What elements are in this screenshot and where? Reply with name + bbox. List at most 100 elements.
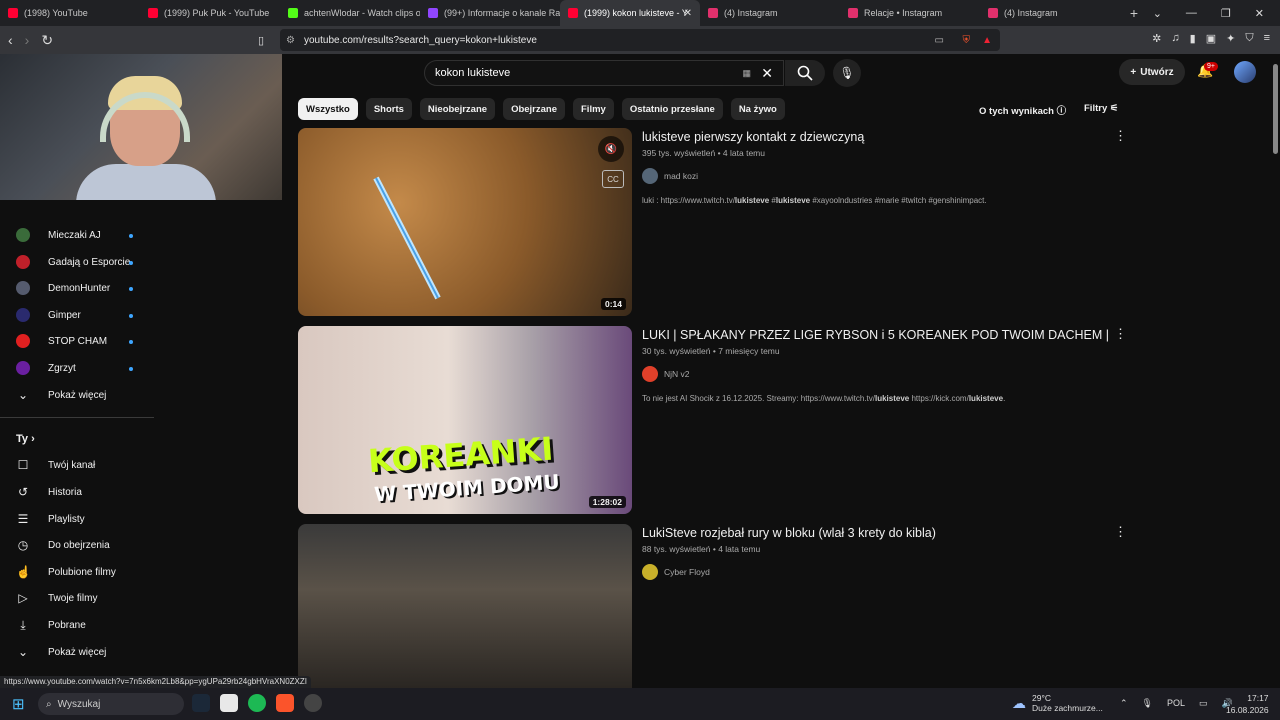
brave-app-icon[interactable]	[276, 694, 294, 712]
files-app-icon[interactable]	[220, 694, 238, 712]
back-icon[interactable]: ‹	[8, 32, 13, 48]
youtube-sidebar: Mieczaki AJ Gadają o Esporcie DemonHunte…	[0, 200, 282, 680]
sidebar-watch-later[interactable]: ◷ Do obejrzenia	[16, 538, 110, 552]
more-options-icon[interactable]: ⋮	[1114, 524, 1127, 540]
voice-search-button[interactable]: 🎙	[833, 59, 861, 87]
channel-link[interactable]: Cyber Floyd	[642, 564, 710, 580]
mute-toggle[interactable]: 🔇	[598, 136, 624, 162]
sidebar-sub-mieczaki[interactable]: Mieczaki AJ	[16, 228, 101, 242]
obs-app-icon[interactable]	[304, 694, 322, 712]
channel-avatar	[642, 366, 658, 382]
steam-app-icon[interactable]	[192, 694, 210, 712]
video-thumbnail[interactable]: KOREANKI W TWOIM DOMU 1:28:02	[298, 326, 632, 514]
vpn-icon[interactable]: ⛉	[1245, 32, 1253, 45]
more-options-icon[interactable]: ⋮	[1114, 128, 1127, 144]
browser-tab[interactable]: (1998) YouTube	[0, 0, 140, 26]
video-title[interactable]: LukiSteve rozjebał rury w bloku (wlał 3 …	[642, 526, 936, 540]
chevron-up-icon[interactable]: ⌃	[1120, 698, 1128, 709]
chip-unwatched[interactable]: Nieobejrzane	[419, 98, 496, 120]
search-icon	[797, 65, 813, 81]
browser-tab[interactable]: (4) Instagram	[700, 0, 840, 26]
clear-search-icon[interactable]: ✕	[761, 65, 773, 82]
channel-link[interactable]: NjN v2	[642, 366, 690, 382]
channel-avatar	[16, 308, 30, 322]
sidebar-sub-gadaja[interactable]: Gadają o Esporcie	[16, 255, 130, 269]
chip-all[interactable]: Wszystko	[298, 98, 358, 120]
close-window-icon[interactable]: ✕	[1255, 7, 1264, 20]
site-info-icon[interactable]: ⚙	[286, 35, 295, 46]
sidebar-playlists[interactable]: ☰ Playlisty	[16, 512, 85, 526]
create-button[interactable]: + Utwórz	[1119, 59, 1185, 85]
video-title[interactable]: LUKI | SPŁAKANY PRZEZ LIGE RYBSON i 5 KO…	[642, 328, 1109, 342]
minimize-icon[interactable]: —	[1186, 7, 1197, 20]
browser-tab-active[interactable]: (1999) kokon lukisteve - Y ✕	[560, 0, 700, 26]
tab-search-icon[interactable]: ⌄	[1153, 7, 1162, 20]
more-options-icon[interactable]: ⋮	[1114, 326, 1127, 342]
sidebar-sub-demonhunter[interactable]: DemonHunter	[16, 281, 110, 295]
playlist-icon: ☰	[17, 512, 29, 526]
video-title[interactable]: lukisteve pierwszy kontakt z dziewczyną	[642, 130, 864, 144]
chip-shorts[interactable]: Shorts	[365, 98, 412, 120]
account-avatar[interactable]	[1234, 61, 1256, 83]
browser-tab[interactable]: achtenWlodar - Watch clips o	[280, 0, 420, 26]
language-indicator[interactable]: POL	[1167, 698, 1185, 709]
system-clock[interactable]: 17:17 16.08.2026	[1226, 692, 1269, 716]
video-thumbnail[interactable]	[298, 524, 632, 688]
brave-shield-icon[interactable]: ⛨	[963, 35, 971, 46]
sidebar-show-more[interactable]: ⌄ Pokaż więcej	[16, 388, 106, 402]
spotify-app-icon[interactable]	[248, 694, 266, 712]
sidebar-liked[interactable]: ☝ Polubione filmy	[16, 565, 116, 579]
browser-tab[interactable]: (4) Instagram	[980, 0, 1120, 26]
keyboard-icon[interactable]: ▦	[742, 68, 751, 79]
channel-link[interactable]: mad kozi	[642, 168, 698, 184]
youtube-favicon-icon	[568, 8, 578, 18]
page-scrollbar[interactable]	[1271, 54, 1280, 688]
about-results-link[interactable]: O tych wynikach ⓘ	[979, 103, 1066, 117]
cast-icon[interactable]: ▭	[935, 35, 944, 46]
sidebar-your-videos[interactable]: ▷ Twoje filmy	[16, 591, 97, 605]
filters-button[interactable]: Filtry ⚟	[1084, 103, 1118, 114]
chip-movies[interactable]: Filmy	[573, 98, 614, 120]
video-thumbnail[interactable]: 🔇 CC 0:14	[298, 128, 632, 316]
chip-watched[interactable]: Obejrzane	[503, 98, 565, 120]
channel-avatar	[642, 564, 658, 580]
scrollbar-thumb[interactable]	[1273, 64, 1278, 154]
search-button[interactable]	[785, 60, 825, 86]
reload-icon[interactable]: ↻	[41, 32, 53, 49]
microphone-icon[interactable]: 🎙	[1142, 698, 1153, 709]
rewards-icon[interactable]: ▲	[982, 35, 992, 46]
search-input[interactable]: kokon lukisteve ▦ ✕	[424, 60, 784, 86]
windows-start-icon[interactable]: ⊞	[12, 695, 25, 713]
network-icon[interactable]: ▭	[1199, 698, 1208, 709]
leo-icon[interactable]: ✦	[1226, 32, 1235, 45]
extensions-icon[interactable]: ✲	[1152, 32, 1161, 45]
maximize-icon[interactable]: ❐	[1221, 7, 1231, 20]
sidebar-sub-stopcham[interactable]: STOP CHAM	[16, 334, 107, 348]
bookmark-icon[interactable]: ▯	[258, 34, 264, 47]
browser-tab[interactable]: (99+) Informacje o kanale Ra	[420, 0, 560, 26]
search-icon: ⌕	[46, 698, 52, 710]
sidebar-icon[interactable]: ▮	[1190, 32, 1196, 45]
new-tab-button[interactable]: +	[1120, 5, 1148, 21]
sidebar-your-channel[interactable]: ☐ Twój kanał	[16, 458, 96, 472]
sidebar-downloads[interactable]: ⤓ Pobrane	[16, 618, 85, 633]
forward-icon[interactable]: ›	[25, 32, 30, 48]
taskbar-search[interactable]: ⌕ Wyszukaj	[38, 693, 184, 715]
media-icon[interactable]: ♫	[1171, 32, 1179, 45]
sidebar-sub-gimper[interactable]: Gimper	[16, 308, 81, 322]
address-bar[interactable]: ⚙ youtube.com/results?search_query=kokon…	[280, 29, 1000, 51]
chip-live[interactable]: Na żywo	[730, 98, 785, 120]
captions-toggle[interactable]: CC	[602, 170, 624, 188]
browser-tab[interactable]: (1999) Puk Puk - YouTube	[140, 0, 280, 26]
browser-tab[interactable]: Relacje • Instagram	[840, 0, 980, 26]
menu-icon[interactable]: ≡	[1264, 32, 1270, 45]
tab-close-icon[interactable]: ✕	[684, 8, 692, 19]
sidebar-show-more-2[interactable]: ⌄ Pokaż więcej	[16, 645, 106, 659]
windows-taskbar: ⊞ ⌕ Wyszukaj ☁ 29°C Duże zachmurze... ⌃ 🎙 …	[0, 688, 1280, 720]
sidebar-history[interactable]: ↺ Historia	[16, 485, 82, 499]
sidebar-sub-zgrzyt[interactable]: Zgrzyt	[16, 361, 76, 375]
wallet-icon[interactable]: ▣	[1206, 32, 1216, 45]
chip-recently-uploaded[interactable]: Ostatnio przesłane	[621, 98, 723, 120]
sidebar-you-heading[interactable]: Ty ›	[16, 433, 35, 445]
weather-widget[interactable]: ☁ 29°C Duże zachmurze...	[1012, 693, 1103, 713]
